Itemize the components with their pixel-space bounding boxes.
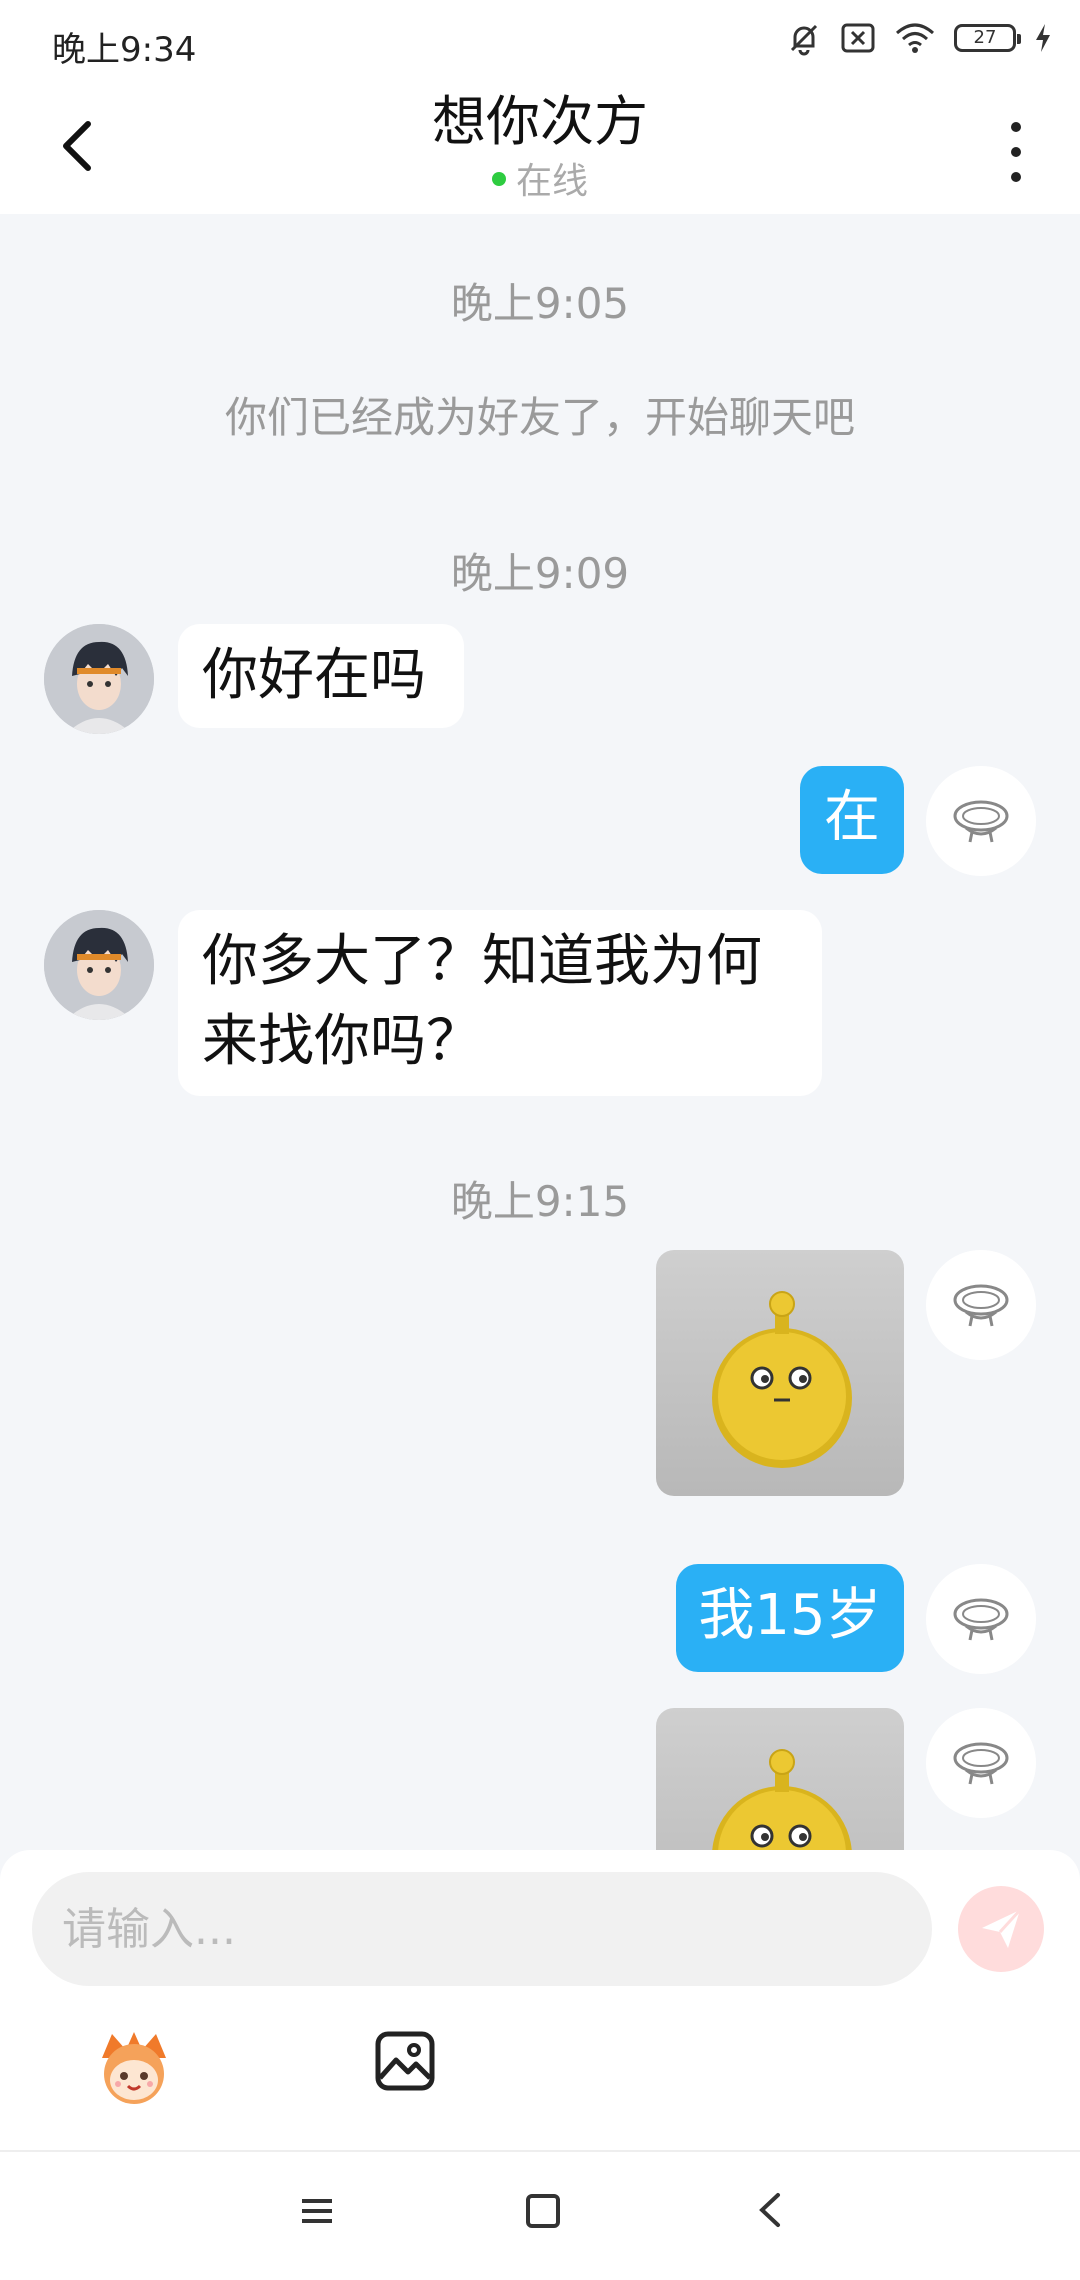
- self-avatar[interactable]: [926, 1564, 1036, 1674]
- self-avatar[interactable]: [926, 1708, 1036, 1818]
- online-status: 在线: [0, 160, 1080, 204]
- self-avatar-image: [926, 1250, 1036, 1360]
- system-nav-bar: [0, 2150, 1080, 2280]
- chat-header: 想你次方 在线: [0, 90, 1080, 214]
- emoji-face-icon: [102, 2032, 166, 2104]
- online-status-label: 在线: [515, 161, 588, 202]
- wifi-icon: [896, 23, 934, 53]
- image-button[interactable]: [374, 2030, 436, 2092]
- more-options-button[interactable]: [996, 122, 1036, 182]
- mute-bell-icon: [790, 24, 818, 56]
- peer-avatar-image: [44, 910, 154, 1020]
- timestamp: 晚上9:09: [450, 549, 630, 598]
- message-bubble-outgoing[interactable]: 在: [800, 766, 904, 874]
- status-bar: 晚上9:34 27: [0, 0, 1080, 90]
- timestamp: 晚上9:05: [450, 279, 630, 328]
- menu-icon[interactable]: [300, 2196, 334, 2226]
- send-plane-icon: [982, 1908, 1022, 1948]
- home-icon[interactable]: [526, 2194, 560, 2228]
- sticker-image: [712, 1291, 852, 1468]
- self-avatar-image: [926, 766, 1036, 876]
- online-dot: [491, 172, 506, 186]
- message-bubble-outgoing[interactable]: 我15岁: [676, 1564, 904, 1672]
- message-bubble-incoming[interactable]: 你好在吗: [178, 624, 464, 728]
- self-avatar[interactable]: [926, 766, 1036, 876]
- message-input[interactable]: [32, 1872, 932, 1986]
- sticker-message[interactable]: [656, 1250, 904, 1496]
- status-icons: 27: [786, 20, 1052, 56]
- status-time: 晚上9:34: [52, 30, 197, 70]
- sticker-image: [712, 1749, 852, 1850]
- system-back-icon[interactable]: [758, 2192, 782, 2228]
- message-line: 来找你吗？: [202, 1009, 482, 1074]
- sticker-message[interactable]: [656, 1708, 904, 1850]
- sim-off-icon: [841, 23, 875, 53]
- self-avatar-image: [926, 1564, 1036, 1674]
- system-message: 你们已经成为好友了，开始聊天吧: [224, 393, 855, 442]
- peer-avatar[interactable]: [44, 624, 154, 734]
- message-bubble-incoming[interactable]: 你多大了？知道我为何 来找你吗？: [178, 910, 822, 1096]
- battery-icon: 27: [954, 24, 1021, 52]
- more-dots-icon: [1011, 122, 1021, 132]
- self-avatar-image: [926, 1708, 1036, 1818]
- peer-avatar[interactable]: [44, 910, 154, 1020]
- timestamp: 晚上9:15: [450, 1177, 630, 1226]
- charging-icon: [1036, 24, 1050, 52]
- emoji-button[interactable]: [92, 2028, 176, 2108]
- message-composer: [0, 1850, 1080, 2150]
- chat-title: 想你次方: [432, 90, 648, 153]
- chat-messages[interactable]: 晚上9:05 你们已经成为好友了，开始聊天吧 晚上9:09 你好在吗 在 你多大…: [0, 214, 1080, 1850]
- send-button[interactable]: [958, 1886, 1044, 1972]
- image-icon: [375, 2031, 435, 2091]
- message-line: 你多大了？知道我为何: [202, 929, 762, 994]
- peer-avatar-image: [44, 624, 154, 734]
- self-avatar[interactable]: [926, 1250, 1036, 1360]
